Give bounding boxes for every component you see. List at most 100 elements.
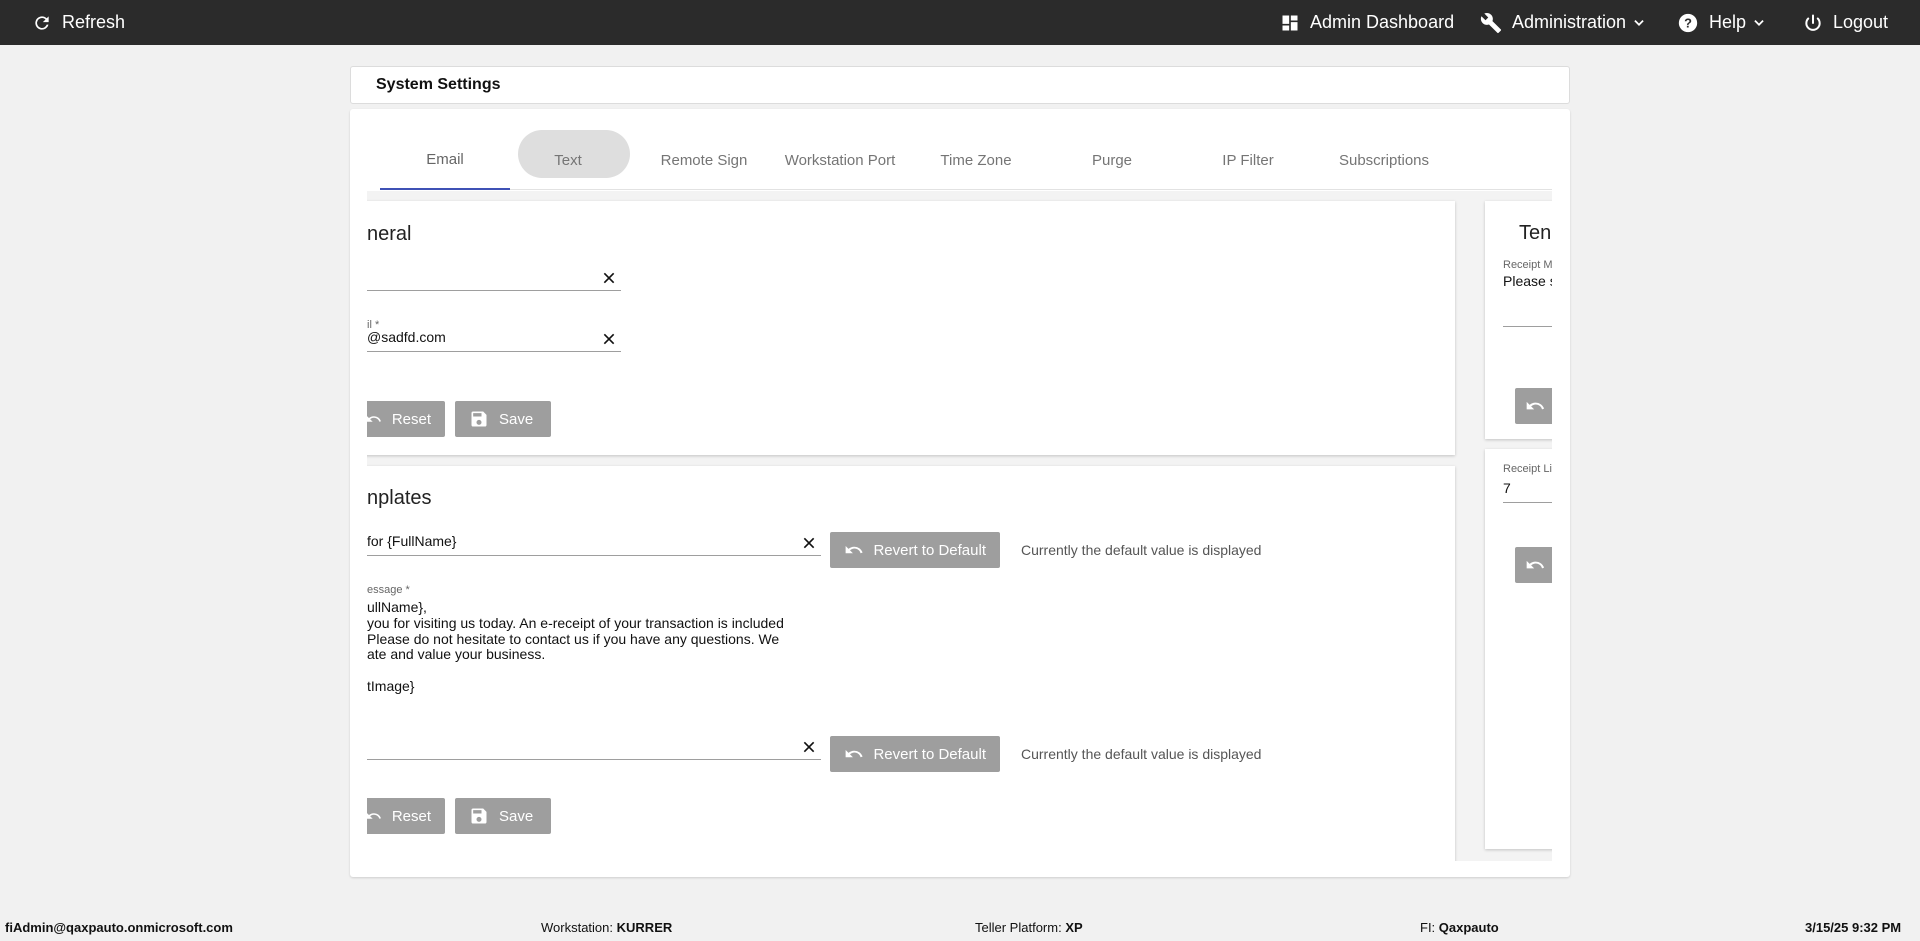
save-label: Save <box>499 807 534 825</box>
admin-dashboard-link[interactable]: Admin Dashboard <box>1280 0 1454 45</box>
right-templates-panel: Ten Receipt M Please s <box>1485 201 1552 439</box>
refresh-label: Refresh <box>62 12 126 32</box>
receipt-message-field[interactable]: Please s <box>1503 273 1552 327</box>
tab-text[interactable]: Text <box>503 130 633 190</box>
receipt-message-value: Please s <box>1503 273 1552 289</box>
admin-dashboard-label: Admin Dashboard <box>1310 12 1455 32</box>
reset-label: Reset <box>391 410 431 428</box>
undo-icon <box>845 545 863 554</box>
subject-field[interactable]: for {FullName} <box>367 528 821 556</box>
undo-icon <box>1526 560 1545 569</box>
message-line: tImage} <box>367 678 415 694</box>
email-field[interactable]: @sadfd.com <box>367 324 621 352</box>
tab-email[interactable]: Email <box>380 130 510 190</box>
status-workstation: Workstation: KURRER <box>541 920 672 935</box>
default-value-note-2: Currently the default value is displayed <box>1021 746 1262 762</box>
dashboard-icon <box>1282 15 1298 30</box>
tab-label: Time Zone <box>940 151 1012 169</box>
refresh-button[interactable]: Refresh <box>32 0 125 45</box>
right-receipt-panel: Receipt Li 7 <box>1485 449 1552 849</box>
tab-label: Workstation Port <box>784 151 896 169</box>
tab-label: Subscriptions <box>1338 151 1430 169</box>
receipt-limit-field[interactable]: 7 <box>1503 475 1552 503</box>
wrench-icon <box>1480 12 1502 33</box>
logout-label: Logout <box>1833 12 1889 32</box>
message-textarea[interactable]: ullName}, you for visiting us today. An … <box>367 599 821 699</box>
right-revert-button[interactable] <box>1515 388 1552 424</box>
status-platform: Teller Platform: XP <box>975 920 1083 935</box>
help-label: Help <box>1709 12 1747 32</box>
right-revert-button-2[interactable] <box>1515 547 1552 583</box>
tab-workstation-port[interactable]: Workstation Port <box>775 130 905 190</box>
status-datetime: 3/15/25 9:32 PM <box>1805 920 1901 935</box>
undo-icon <box>367 813 382 819</box>
general-field-1[interactable] <box>367 263 621 291</box>
close-icon[interactable] <box>601 331 617 347</box>
settings-tabs: Email Text Remote Sign Workstation Port … <box>380 130 1552 190</box>
chevron-down-icon <box>1754 19 1764 26</box>
tab-subscriptions[interactable]: Subscriptions <box>1319 130 1449 190</box>
platform-value: XP <box>1065 920 1083 935</box>
undo-icon <box>845 749 863 758</box>
datetime-value: 3/15/25 9:32 PM <box>1805 920 1902 935</box>
message-field-label: essage * <box>367 584 410 596</box>
general-panel-title: neral <box>367 223 412 245</box>
help-menu[interactable]: ? Help <box>1677 0 1766 45</box>
settings-card: Email Text Remote Sign Workstation Port … <box>350 109 1570 877</box>
top-navbar: Refresh Admin Dashboard Administration ?… <box>0 0 1920 45</box>
page-title-card: System Settings <box>350 66 1570 104</box>
platform-label: Teller Platform: <box>975 920 1062 935</box>
general-reset-button[interactable]: Reset <box>367 401 445 437</box>
save-label: Save <box>499 410 534 428</box>
tab-purge[interactable]: Purge <box>1047 130 1177 190</box>
tab-label: Email <box>426 150 464 168</box>
general-save-button[interactable]: Save <box>455 401 551 437</box>
template-footer-field[interactable] <box>367 732 821 760</box>
email-field-value: @sadfd.com <box>367 329 446 345</box>
administration-label: Administration <box>1512 12 1627 32</box>
general-panel: neral il * @sadfd.com Reset Save <box>367 201 1455 455</box>
tab-time-zone[interactable]: Time Zone <box>911 130 1041 190</box>
tab-ip-filter[interactable]: IP Filter <box>1183 130 1313 190</box>
revert-to-default-button[interactable]: Revert to Default <box>830 532 1000 568</box>
tab-label: Remote Sign <box>660 151 748 169</box>
message-line: ate and value your business. <box>367 646 546 662</box>
tab-label: Purge <box>1091 151 1133 169</box>
fi-label: FI: <box>1420 920 1436 935</box>
revert-label: Revert to Default <box>873 541 986 559</box>
undo-icon <box>1526 401 1545 410</box>
templates-panel: nplates for {FullName} Revert to Default… <box>367 466 1455 861</box>
subject-field-value: for {FullName} <box>367 533 457 549</box>
workstation-value: KURRER <box>616 920 673 935</box>
tab-label: Text <box>554 151 582 169</box>
default-value-note: Currently the default value is displayed <box>1021 542 1262 558</box>
revert-label: Revert to Default <box>873 745 986 763</box>
message-line: you for visiting us today. An e-receipt … <box>367 615 784 631</box>
right-panel-title: Ten <box>1519 222 1552 244</box>
help-icon: ? <box>1678 13 1698 32</box>
receipt-limit-value: 7 <box>1503 480 1511 496</box>
svg-text:?: ? <box>1684 15 1692 30</box>
tab-label: IP Filter <box>1222 151 1274 169</box>
templates-panel-title: nplates <box>367 487 432 509</box>
save-icon <box>471 808 487 824</box>
templates-reset-button[interactable]: Reset <box>367 798 445 834</box>
fi-value: Qaxpauto <box>1438 920 1499 935</box>
tab-remote-sign[interactable]: Remote Sign <box>639 130 769 190</box>
message-line: ullName}, <box>367 599 427 615</box>
message-line: Please do not hesitate to contact us if … <box>367 631 780 647</box>
status-bar: fiAdmin@qaxpauto.onmicrosoft.com Worksta… <box>0 915 1920 941</box>
workstation-label: Workstation: <box>541 920 614 935</box>
close-icon[interactable] <box>601 270 617 286</box>
power-icon <box>1805 14 1821 31</box>
tab-content-scroll-area[interactable]: neral il * @sadfd.com Reset Save nplates <box>367 191 1552 861</box>
close-icon[interactable] <box>801 739 817 755</box>
templates-save-button[interactable]: Save <box>455 798 551 834</box>
refresh-icon <box>35 15 49 30</box>
logout-button[interactable]: Logout <box>1803 0 1888 45</box>
revert-to-default-button-2[interactable]: Revert to Default <box>830 736 1000 772</box>
receipt-message-label: Receipt M <box>1503 259 1552 271</box>
close-icon[interactable] <box>801 535 817 551</box>
undo-icon <box>367 416 382 422</box>
administration-menu[interactable]: Administration <box>1480 0 1646 45</box>
